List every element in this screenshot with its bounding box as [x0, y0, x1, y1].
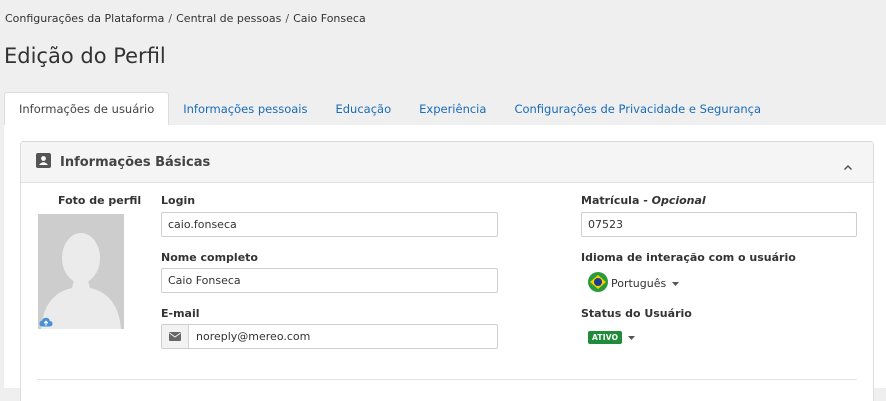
login-label: Login [161, 194, 196, 207]
envelope-icon [162, 325, 189, 348]
breadcrumb: Configurações da Plataforma / Central de p… [5, 12, 366, 25]
section-divider [37, 379, 857, 380]
breadcrumb-item-current-user: Caio Fonseca [293, 12, 366, 25]
email-label: E-mail [161, 307, 200, 320]
photo-label: Foto de perfil [58, 194, 142, 207]
login-input[interactable]: caio.fonseca [161, 212, 498, 237]
brazil-flag-icon [588, 272, 608, 295]
status-label: Status do Usuário [581, 307, 692, 320]
page-title: Edição do Perfil [4, 44, 166, 68]
tab-privacy-security[interactable]: Configurações de Privacidade e Segurança [500, 92, 775, 125]
breadcrumb-separator: / [168, 12, 173, 25]
language-label: Idioma de interação com o usuário [581, 251, 796, 264]
panel-header[interactable]: Informações Básicas [21, 142, 873, 183]
tab-user-info[interactable]: Informações de usuário [4, 92, 170, 125]
email-field[interactable]: noreply@mereo.com [161, 324, 498, 349]
language-selector[interactable]: Português [588, 272, 680, 295]
profile-tabs: Informações de usuário Informações pesso… [4, 92, 886, 125]
tab-personal-info[interactable]: Informações pessoais [169, 92, 321, 125]
caret-down-icon [628, 335, 636, 340]
breadcrumb-item-people-center[interactable]: Central de pessoas [176, 12, 281, 25]
panel-title: Informações Básicas [60, 154, 211, 170]
matricula-input[interactable]: 07523 [581, 212, 857, 237]
language-value: Português [611, 277, 667, 290]
matricula-label: Matrícula - Opcional [581, 194, 706, 207]
tab-content: Informações Básicas Foto de perfil Login… [4, 125, 886, 401]
breadcrumb-item-platform-settings[interactable]: Configurações da Plataforma [5, 12, 164, 25]
fullname-input[interactable]: Caio Fonseca [161, 268, 498, 293]
contact-card-icon [36, 152, 51, 172]
chevron-up-icon[interactable] [843, 156, 853, 175]
status-selector[interactable]: ATIVO [588, 331, 636, 344]
email-value[interactable]: noreply@mereo.com [189, 330, 310, 343]
caret-down-icon [672, 281, 680, 286]
matricula-label-text: Matrícula - [581, 194, 652, 207]
basic-info-panel: Informações Básicas Foto de perfil Login… [20, 141, 874, 401]
tab-experience[interactable]: Experiência [405, 92, 500, 125]
cloud-upload-icon[interactable] [39, 312, 53, 331]
tab-education[interactable]: Educação [321, 92, 405, 125]
status-badge: ATIVO [588, 331, 623, 344]
breadcrumb-separator: / [285, 12, 290, 25]
optional-tag: Opcional [651, 194, 706, 207]
fullname-label: Nome completo [161, 251, 258, 264]
